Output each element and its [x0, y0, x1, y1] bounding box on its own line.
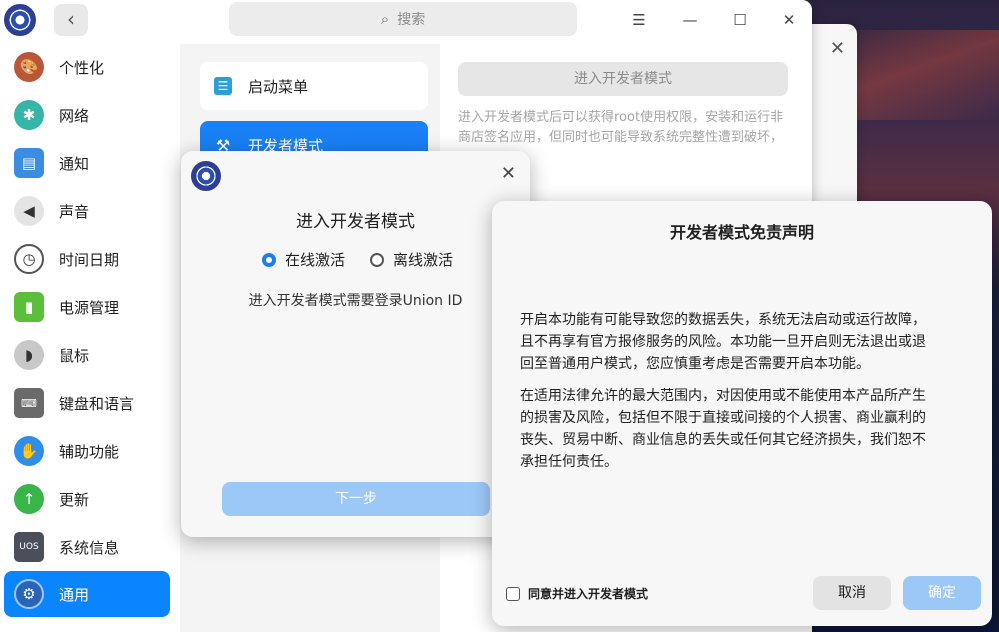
sidebar: 🎨 个性化 ✱ 网络 ▤ 通知 ◀ 声音 ◷ 时间日期 ▮ 电源管理 ◗ 鼠标 … — [0, 44, 180, 632]
radio-label: 离线激活 — [393, 251, 454, 269]
sidebar-item-mouse[interactable]: ◗ 鼠标 — [4, 332, 170, 378]
personalization-icon: 🎨 — [14, 52, 44, 82]
sidebar-item-update[interactable]: ↑ 更新 — [4, 476, 170, 522]
sidebar-item-sound[interactable]: ◀ 声音 — [4, 188, 170, 234]
sound-icon: ◀ — [14, 196, 44, 226]
minimize-button[interactable]: — — [676, 6, 704, 34]
radio-button[interactable] — [370, 252, 384, 267]
sidebar-item-label: 键盘和语言 — [59, 394, 135, 413]
close-icon[interactable]: ✕ — [830, 38, 845, 59]
boot-menu-icon: ☰ — [214, 77, 232, 95]
accessibility-icon: ✋ — [14, 436, 44, 466]
radio-label: 在线激活 — [285, 251, 346, 269]
sidebar-item-label: 鼠标 — [59, 346, 90, 365]
app-logo-icon — [4, 4, 36, 36]
mouse-icon: ◗ — [14, 340, 44, 370]
maximize-button[interactable]: ☐ — [726, 6, 754, 34]
sidebar-item-label: 通用 — [59, 585, 90, 604]
sidebar-item-label: 电源管理 — [59, 298, 120, 317]
sidebar-item-personalization[interactable]: 🎨 个性化 — [4, 44, 170, 90]
close-icon[interactable]: ✕ — [501, 163, 516, 184]
enter-developer-mode-button[interactable]: 进入开发者模式 — [458, 62, 788, 96]
search-placeholder: 搜索 — [397, 12, 426, 28]
notification-icon: ▤ — [14, 148, 44, 178]
sidebar-item-label: 更新 — [59, 490, 90, 509]
titlebar: ‹ ⌕ 搜索 ☰ — ☐ ✕ — [0, 0, 812, 44]
menu-icon[interactable]: ☰ — [625, 6, 653, 34]
sidebar-item-system-info[interactable]: UOS 系统信息 — [4, 524, 170, 570]
keyboard-icon: ⌨ — [14, 388, 44, 418]
next-button[interactable]: 下一步 — [222, 482, 490, 516]
developer-mode-description: 进入开发者模式后可以获得root使用权限，安装和运行非商店签名应用，但同时也可能… — [458, 110, 784, 145]
menu-item-label: 启动菜单 — [248, 77, 309, 96]
search-input[interactable]: ⌕ 搜索 — [229, 2, 577, 36]
login-required-message: 进入开发者模式需要登录Union ID — [248, 293, 463, 309]
update-icon: ↑ — [14, 484, 44, 514]
agree-label: 同意并进入开发者模式 — [528, 587, 649, 601]
sidebar-item-keyboard[interactable]: ⌨ 键盘和语言 — [4, 380, 170, 426]
clock-icon: ◷ — [14, 244, 44, 274]
disclaimer-paragraph: 在适用法律允许的最大范围内，对因使用或不能使用本产品所产生的损害及风险，包括但不… — [520, 388, 926, 470]
sidebar-item-label: 时间日期 — [59, 250, 120, 269]
agree-checkbox[interactable] — [506, 586, 520, 601]
disclaimer-dialog: 开发者模式免责声明 开启本功能有可能导致您的数据丢失，系统无法启动或运行故障，且… — [492, 201, 992, 626]
dialog-title: 进入开发者模式 — [296, 212, 415, 232]
sidebar-item-label: 个性化 — [59, 58, 105, 77]
close-button[interactable]: ✕ — [775, 6, 803, 34]
search-icon: ⌕ — [380, 10, 390, 28]
system-info-icon: UOS — [14, 532, 44, 562]
sidebar-item-accessibility[interactable]: ✋ 辅助功能 — [4, 428, 170, 474]
agree-checkbox-row[interactable]: 同意并进入开发者模式 — [506, 585, 648, 602]
enter-developer-mode-dialog: ✕ 进入开发者模式 在线激活 离线激活 进入开发者模式需要登录Union ID … — [181, 151, 530, 537]
sidebar-item-label: 辅助功能 — [59, 442, 120, 461]
sidebar-item-label: 系统信息 — [59, 538, 120, 557]
disclaimer-paragraph: 开启本功能有可能导致您的数据丢失，系统无法启动或运行故障，且不再享有官方报修服务… — [520, 312, 926, 372]
sidebar-item-label: 声音 — [59, 202, 90, 221]
general-icon: ⚙ — [14, 579, 44, 609]
sidebar-item-network[interactable]: ✱ 网络 — [4, 92, 170, 138]
offline-activation-option[interactable]: 离线激活 — [370, 249, 453, 270]
menu-item-boot-menu[interactable]: ☰ 启动菜单 — [200, 62, 428, 110]
sidebar-item-power[interactable]: ▮ 电源管理 — [4, 284, 170, 330]
sidebar-item-general[interactable]: ⚙ 通用 — [4, 571, 170, 617]
battery-icon: ▮ — [14, 292, 44, 322]
dialog-title: 开发者模式免责声明 — [669, 223, 814, 242]
sidebar-item-notification[interactable]: ▤ 通知 — [4, 140, 170, 186]
sidebar-item-datetime[interactable]: ◷ 时间日期 — [4, 236, 170, 282]
sidebar-item-label: 通知 — [59, 154, 90, 173]
confirm-button[interactable]: 确定 — [903, 576, 981, 610]
back-button[interactable]: ‹ — [54, 4, 88, 36]
cancel-button[interactable]: 取消 — [813, 576, 891, 610]
online-activation-option[interactable]: 在线激活 — [262, 249, 345, 270]
app-logo-icon — [191, 161, 221, 191]
network-icon: ✱ — [14, 100, 44, 130]
radio-button-checked[interactable] — [262, 252, 276, 267]
sidebar-item-label: 网络 — [59, 106, 90, 125]
